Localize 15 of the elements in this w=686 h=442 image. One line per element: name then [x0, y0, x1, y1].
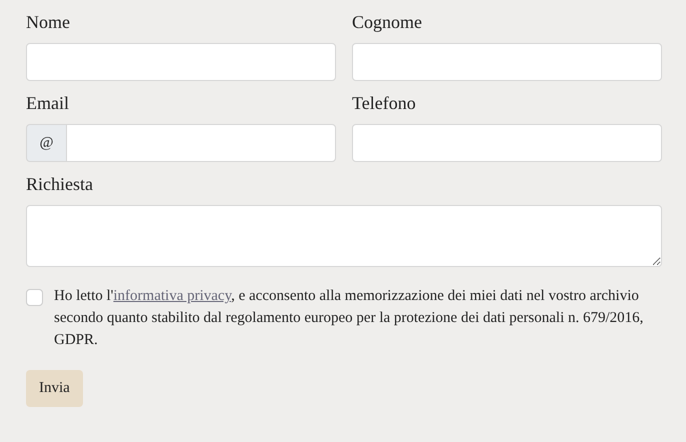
- consent-text: Ho letto l'informativa privacy, e acconsento alla memorizzazione dei miei dati nel vostro archivio secondo quanto stabilito dal regolamento europeo per la protezione dei dati personali n. 679/2016, GDPR.: [54, 287, 644, 350]
- privacy-link[interactable]: informativa privacy: [113, 288, 232, 304]
- input-field[interactable]: [352, 43, 662, 81]
- at-sign-addon: @: [26, 124, 66, 162]
- input-field[interactable]: [26, 43, 336, 81]
- field-label: Nome: [26, 11, 70, 34]
- email-input-field[interactable]: [66, 124, 336, 162]
- field-label: Cognome: [352, 11, 422, 34]
- textarea-field[interactable]: [26, 205, 662, 267]
- field-label: Telefono: [352, 92, 416, 115]
- input-field[interactable]: [352, 124, 662, 162]
- field-label: Email: [26, 92, 69, 115]
- consent-checkbox[interactable]: [26, 289, 43, 306]
- submit-button[interactable]: Invia: [26, 370, 83, 407]
- field-label: Richiesta: [26, 173, 93, 196]
